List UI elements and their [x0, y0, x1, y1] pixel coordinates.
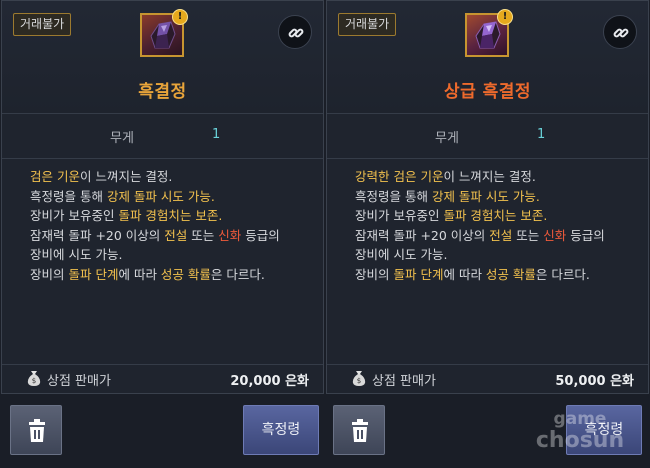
highlighted-text: 성공 확률 — [160, 266, 211, 282]
money-bag-icon: $ — [27, 371, 41, 386]
trash-icon — [352, 419, 368, 442]
tooltip-header: 거래불가 ! 상급 흑결정 — [327, 1, 648, 114]
description-text: 장비가 보유중인 — [355, 208, 444, 223]
exclamation-badge-icon: ! — [172, 9, 188, 25]
description-line: 장비의 돌파 단계에 따라 성공 확률은 다르다. — [30, 265, 315, 285]
black-spirit-button[interactable]: 흑정령 — [243, 405, 319, 455]
shop-price-value: 50,000 은화 — [555, 374, 634, 389]
shop-price-label: 상점 판매가 — [372, 374, 436, 389]
description-line: 장비의 돌파 단계에 따라 성공 확률은 다르다. — [355, 265, 640, 285]
trash-icon — [29, 419, 45, 442]
item-description: 검은 기운이 느껴지는 결정. 흑정령을 통해 강제 돌파 시도 가능. 장비가 보… — [30, 167, 315, 284]
description-text: 또는 — [512, 227, 544, 243]
link-icon — [288, 28, 304, 38]
description-text: 등급의 — [241, 227, 280, 243]
description-line: 강력한 검은 기운이 느껴지는 결정. — [355, 167, 640, 187]
weight-value: 1 — [537, 127, 546, 142]
description-line: 잠재력 돌파 +20 이상의 전설 또는 신화 등급의 — [355, 226, 640, 246]
description-text: 흑정령을 통해 — [355, 188, 432, 204]
weight-value: 1 — [212, 127, 221, 142]
highlighted-text: 신화 — [218, 227, 242, 243]
shop-price-value: 20,000 은화 — [230, 374, 309, 389]
description-text: 은 다르다. — [210, 266, 265, 282]
weight-row: 무게 1 — [2, 114, 323, 159]
highlighted-text: 전설 — [489, 227, 513, 243]
description-line: 장비가 보유중인 돌파 경험치는 보존. — [355, 206, 640, 226]
description-line: 장비에 시도 가능. — [30, 245, 315, 265]
description-text: 등급의 — [566, 227, 605, 243]
description-text: 이 느껴지는 결정. — [443, 169, 536, 184]
highlighted-text: 성공 확률 — [485, 266, 536, 282]
highlighted-text: 돌파 단계 — [68, 266, 119, 282]
black-spirit-button[interactable]: 흑정령 — [566, 405, 642, 455]
description-line: 흑정령을 통해 강제 돌파 시도 가능. — [30, 187, 315, 207]
description-text: 흑정령을 통해 — [30, 188, 107, 204]
link-icon — [613, 28, 629, 38]
description-line: 잠재력 돌파 +20 이상의 전설 또는 신화 등급의 — [30, 226, 315, 246]
highlighted-text: 강력한 검은 기운 — [355, 169, 444, 184]
description-line: 검은 기운이 느껴지는 결정. — [30, 167, 315, 187]
item-tooltip-left: 거래불가 ! 흑결정 무게 1 검은 기운이 느껴지는 결정. 흑정령을 통해 강… — [1, 0, 324, 394]
description-text: 에 따라 — [443, 266, 486, 282]
dark-crystal-icon[interactable]: ! — [465, 9, 513, 57]
svg-text:$: $ — [32, 377, 36, 385]
description-text: 장비의 — [30, 266, 69, 282]
dark-crystal-icon[interactable]: ! — [140, 9, 188, 57]
link-button[interactable] — [278, 15, 312, 49]
description-line: 장비에 시도 가능. — [355, 245, 640, 265]
description-text: 장비의 — [355, 266, 394, 282]
item-tooltip-right: 거래불가 ! 상급 흑결정 무게 1 강력한 검은 기운이 느껴지는 결정. 흑정… — [326, 0, 649, 394]
weight-label: 무게 — [110, 131, 134, 146]
description-line: 흑정령을 통해 강제 돌파 시도 가능. — [355, 187, 640, 207]
item-description: 강력한 검은 기운이 느껴지는 결정. 흑정령을 통해 강제 돌파 시도 가능. 장… — [355, 167, 640, 284]
shop-price-row: $ 상점 판매가 20,000 은화 — [2, 364, 323, 393]
description-text: 은 다르다. — [535, 266, 590, 282]
description-text: 잠재력 돌파 +20 이상의 — [30, 227, 165, 243]
description-text: 잠재력 돌파 +20 이상의 — [355, 227, 490, 243]
tooltip-header: 거래불가 ! 흑결정 — [2, 1, 323, 114]
highlighted-text: 전설 — [164, 227, 188, 243]
exclamation-badge-icon: ! — [497, 9, 513, 25]
highlighted-text: 돌파 경험치는 보존. — [443, 208, 548, 223]
highlighted-text: 돌파 경험치는 보존. — [118, 208, 223, 223]
highlighted-text: 강제 돌파 시도 가능. — [106, 188, 215, 204]
description-text: 장비에 시도 가능. — [30, 247, 123, 262]
highlighted-text: 강제 돌파 시도 가능. — [431, 188, 540, 204]
description-text: 에 따라 — [118, 266, 161, 282]
description-text: 장비가 보유중인 — [30, 208, 119, 223]
highlighted-text: 신화 — [543, 227, 567, 243]
highlighted-text: 돌파 단계 — [393, 266, 444, 282]
trade-restriction-badge: 거래불가 — [13, 13, 72, 36]
description-text: 장비에 시도 가능. — [355, 247, 448, 262]
delete-item-button[interactable] — [10, 405, 62, 455]
item-name: 흑결정 — [138, 82, 187, 102]
link-button[interactable] — [603, 15, 637, 49]
weight-row: 무게 1 — [327, 114, 648, 159]
description-text: 이 느껴지는 결정. — [79, 169, 173, 184]
money-bag-icon: $ — [352, 371, 366, 386]
weight-label: 무게 — [435, 131, 459, 146]
delete-item-button[interactable] — [333, 405, 385, 455]
description-line: 장비가 보유중인 돌파 경험치는 보존. — [30, 206, 315, 226]
description-text: 또는 — [187, 227, 219, 243]
trade-restriction-badge: 거래불가 — [338, 13, 397, 36]
highlighted-text: 검은 기운 — [30, 169, 80, 184]
item-name: 상급 흑결정 — [443, 82, 532, 102]
shop-price-row: $ 상점 판매가 50,000 은화 — [327, 364, 648, 393]
svg-text:$: $ — [357, 377, 361, 385]
shop-price-label: 상점 판매가 — [47, 374, 111, 389]
